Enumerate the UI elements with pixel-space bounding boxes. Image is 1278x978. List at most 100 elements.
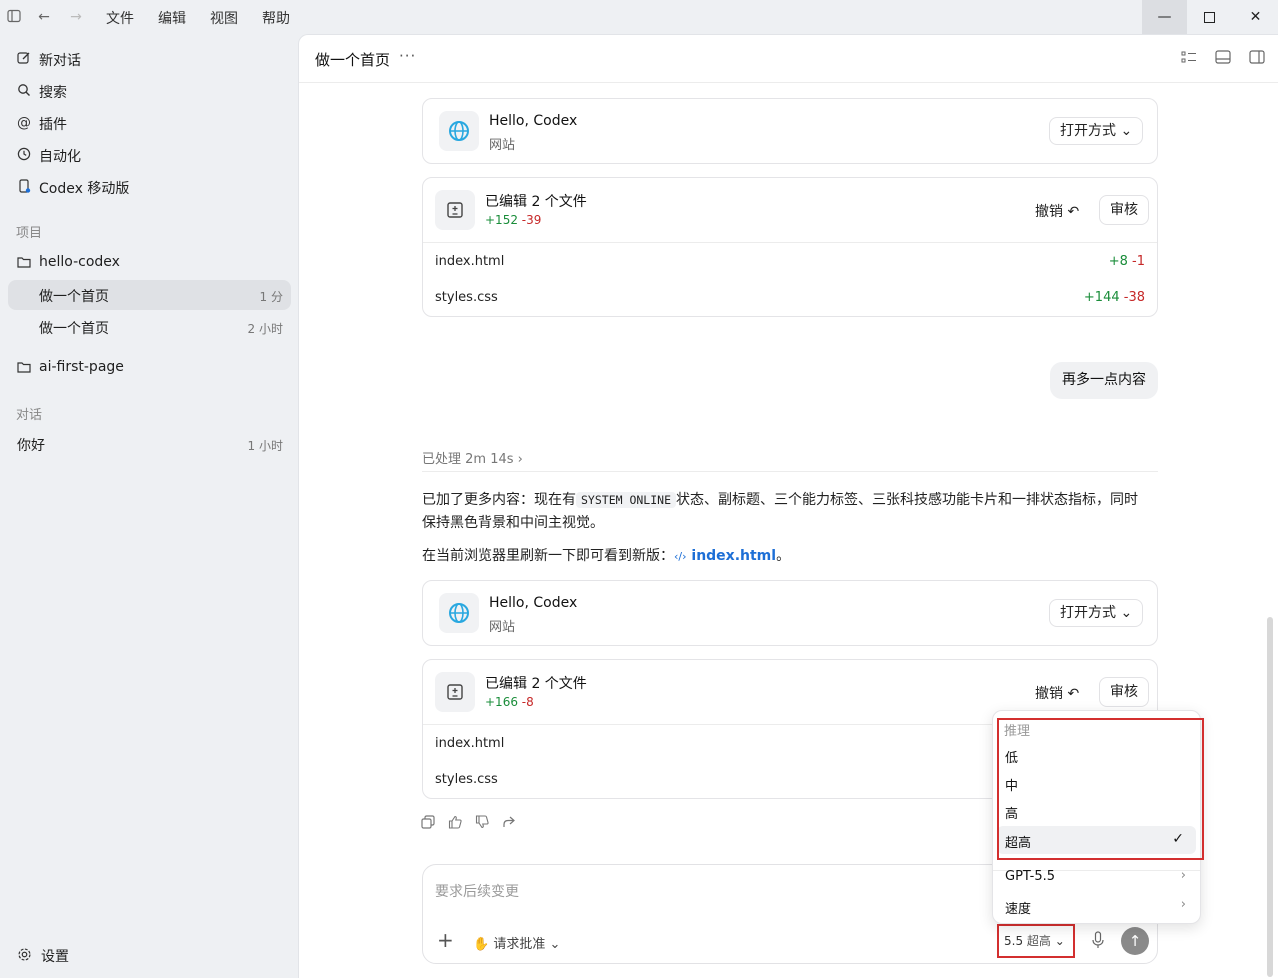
bottom-panel-icon[interactable] [1215,50,1233,66]
sidebar-item-search[interactable]: 搜索 [8,76,291,106]
code-icon: ‹/› [674,550,687,563]
thumbs-down-icon[interactable] [475,815,491,831]
diff-icon [435,672,475,712]
sidebar-toggle-icon[interactable] [6,9,22,25]
chevron-right-icon: › [1180,897,1186,912]
review-button[interactable]: 审核 [1099,195,1149,225]
assistant-reply: 已加了更多内容：现在有 SYSTEM ONLINE 状态、副标题、三个能力标签、三张… [422,492,1139,531]
sidebar-item-plugins[interactable]: @ 插件 [8,108,291,138]
search-icon [16,83,32,99]
approval-mode-button[interactable]: ✋ 请求批准 ⌄ [473,933,560,952]
sidebar-item-label: 做一个首页 [39,321,109,337]
minimize-button[interactable]: — [1142,0,1187,34]
sidebar-item-thread[interactable]: 做一个首页 2 小时 [8,312,291,342]
sidebar-item-label: hello-codex [39,254,120,270]
title-bar: ← → 文件 编辑 视图 帮助 — ✕ [0,0,1278,34]
website-card[interactable]: Hello, Codex 网站 打开方式 ⌄ [422,580,1158,646]
open-with-button[interactable]: 打开方式 ⌄ [1049,117,1144,145]
divider [422,471,1158,472]
sidebar-item-project-ai-first-page[interactable]: ai-first-page [8,353,291,383]
sidebar: 新对话 搜索 @ 插件 自动化 Codex 移动版 项目 hello-codex… [0,34,298,978]
sidebar-item-chat[interactable]: 你好 1 小时 [8,429,291,459]
website-title: Hello, Codex [489,595,578,611]
folder-icon [16,360,32,376]
menu-edit[interactable]: 编辑 [158,8,186,28]
scrollbar[interactable] [1267,617,1273,977]
copy-icon[interactable] [421,815,437,831]
file-name[interactable]: index.html [435,736,504,751]
thread-time: 1 分 [259,290,283,304]
website-card[interactable]: Hello, Codex 网站 打开方式 ⌄ [422,98,1158,164]
open-with-button[interactable]: 打开方式 ⌄ [1049,599,1144,627]
file-name[interactable]: index.html [435,254,504,269]
sidebar-item-label: 搜索 [39,85,67,101]
sidebar-item-automation[interactable]: 自动化 [8,140,291,170]
file-diff: +8 -1 [1108,254,1145,269]
sidebar-item-label: ai-first-page [39,359,124,375]
globe-icon [439,111,479,151]
edited-files-title: 已编辑 2 个文件 [485,194,587,210]
annotation-highlight [997,718,1204,860]
side-panel-icon[interactable] [1249,50,1267,66]
undo-icon: ↶ [1067,686,1080,702]
menu-file[interactable]: 文件 [106,8,134,28]
composer-input[interactable]: 要求后续变更 [435,881,519,901]
settings-button[interactable]: 设置 [8,940,128,970]
sidebar-item-mobile[interactable]: Codex 移动版 [8,172,291,202]
processed-status[interactable]: 已处理 2m 14s › [422,448,523,467]
sidebar-item-label: 自动化 [39,149,81,165]
model-reasoning-selector[interactable]: 5.5 超高 ⌄ [997,924,1075,958]
thread-time: 2 小时 [247,322,283,336]
inline-code: SYSTEM ONLINE [576,492,677,508]
review-button[interactable]: 审核 [1099,677,1149,707]
add-attachment-button[interactable]: + [437,930,454,950]
sidebar-item-label: 做一个首页 [39,289,109,305]
website-title: Hello, Codex [489,113,578,129]
globe-icon [439,593,479,633]
chats-heading: 对话 [16,408,43,423]
more-options-button[interactable]: ··· [399,47,416,65]
menu-view[interactable]: 视图 [210,8,238,28]
sidebar-item-label: 新对话 [39,53,81,69]
website-subtitle: 网站 [489,620,516,635]
undo-button[interactable]: 撤销 ↶ [1035,683,1079,703]
sidebar-item-thread-current[interactable]: 做一个首页 1 分 [8,280,291,310]
maximize-button[interactable] [1187,0,1232,34]
chevron-down-icon: ⌄ [1054,934,1065,948]
share-icon[interactable] [502,815,518,831]
projects-heading: 项目 [16,226,43,241]
model-submenu[interactable]: GPT-5.5 › [997,863,1196,891]
thumbs-up-icon[interactable] [448,815,464,831]
close-window-button[interactable]: ✕ [1233,0,1278,34]
back-arrow-icon[interactable]: ← [36,9,52,25]
sidebar-item-label: 插件 [39,117,67,133]
file-link[interactable]: ‹/› index.html [674,548,776,564]
divider [423,242,1157,243]
sidebar-item-project-hello-codex[interactable]: hello-codex [8,248,291,278]
send-button[interactable]: ↑ [1121,927,1149,955]
undo-icon: ↶ [1067,204,1080,220]
assistant-reply-2: 在当前浏览器里刷新一下即可看到新版：‹/› index.html。 [422,548,791,564]
speed-submenu[interactable]: 速度 › [997,892,1196,920]
reasoning-level: 超高 [1026,934,1051,948]
main-header: 做一个首页 ··· [299,35,1278,83]
microphone-icon[interactable] [1091,931,1107,949]
edited-files-card: 已编辑 2 个文件 +152 -39 撤销 ↶ 审核 index.html +8… [422,177,1158,317]
clock-icon [16,147,32,163]
settings-label: 设置 [41,949,69,965]
folder-icon [16,255,32,271]
file-name[interactable]: styles.css [435,772,498,787]
chat-time: 1 小时 [247,439,283,453]
file-name[interactable]: styles.css [435,290,498,305]
checklist-icon[interactable] [1181,50,1199,66]
undo-button[interactable]: 撤销 ↶ [1035,201,1079,221]
chevron-down-icon: ⌄ [1120,123,1133,139]
forward-arrow-icon[interactable]: → [68,9,84,25]
file-diff: +144 -38 [1083,290,1145,305]
model-version: 5.5 [1004,934,1024,948]
sidebar-item-new-chat[interactable]: 新对话 [8,44,291,74]
menu-help[interactable]: 帮助 [262,8,290,28]
sidebar-item-label: 你好 [17,438,45,454]
at-icon: @ [17,115,31,131]
website-subtitle: 网站 [489,138,516,153]
